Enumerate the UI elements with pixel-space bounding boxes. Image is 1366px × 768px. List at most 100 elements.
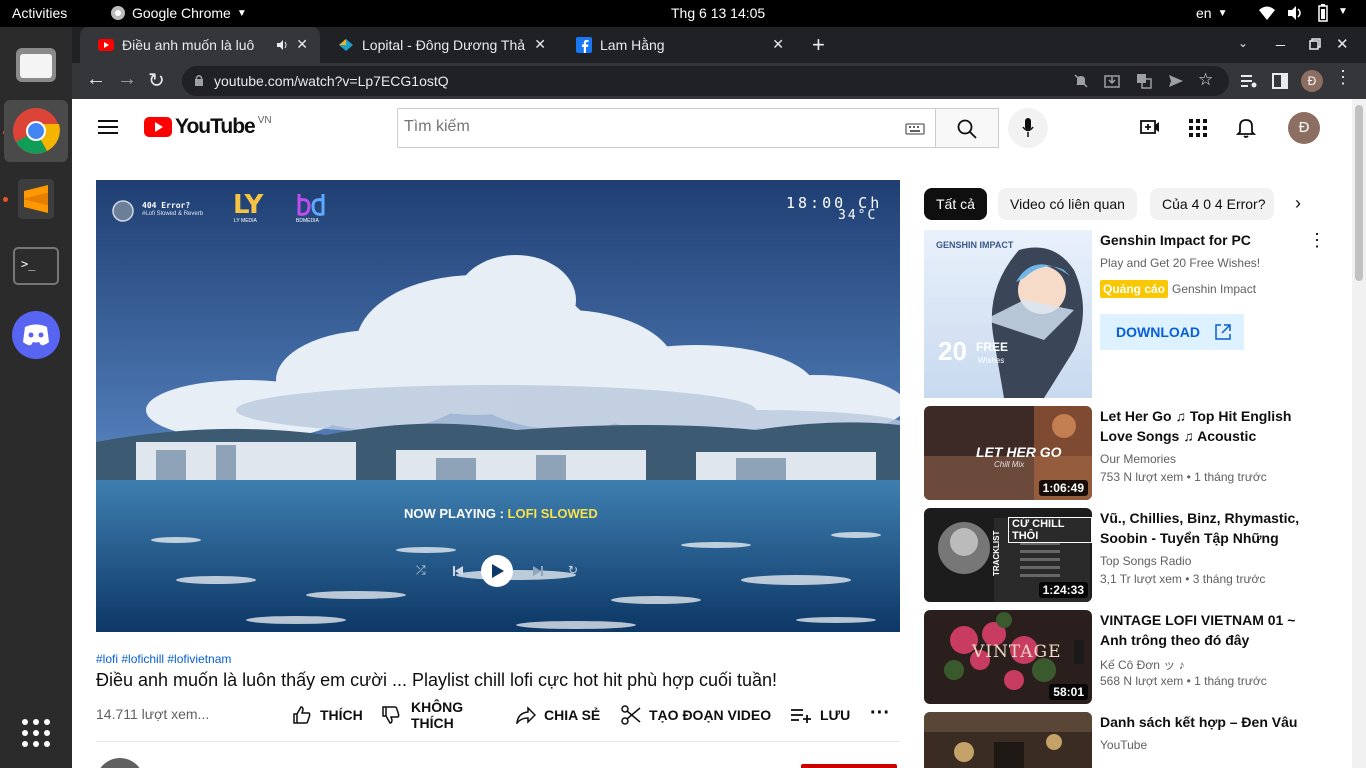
- thumbnail-subcaption: Chill Mix: [994, 460, 1025, 469]
- keyboard-icon[interactable]: [905, 123, 925, 135]
- side-panel-icon[interactable]: [1272, 73, 1288, 89]
- recommendation-thumbnail[interactable]: VINTAGE 58:01: [924, 610, 1092, 704]
- subscribe-button[interactable]: [801, 764, 897, 768]
- chrome-menu-icon[interactable]: ⋮: [1334, 67, 1352, 88]
- recommendation-card[interactable]: CỨ CHILL THÔI TRACKLIST 1:24:33 Vũ., Chi…: [924, 508, 1334, 602]
- recommendation-channel[interactable]: YouTube: [1100, 738, 1147, 752]
- microphone-icon: [1022, 118, 1034, 137]
- recommendation-card[interactable]: VINTAGE 58:01 VINTAGE LOFI VIETNAM 01 ~ …: [924, 610, 1334, 704]
- youtube-logo[interactable]: YouTube VN: [144, 115, 272, 139]
- language-indicator[interactable]: en ▼: [1196, 5, 1227, 21]
- notifications-bell-icon[interactable]: [1236, 117, 1256, 139]
- create-video-icon[interactable]: [1140, 119, 1160, 135]
- clock[interactable]: Thg 6 13 14:05: [671, 5, 765, 21]
- overlay-play-button: [481, 555, 513, 587]
- share-button[interactable]: CHIA SẺ: [516, 704, 600, 726]
- like-button[interactable]: THÍCH: [292, 704, 363, 726]
- reload-button[interactable]: ↻: [148, 68, 165, 93]
- caret-down-icon: ▼: [236, 7, 247, 19]
- recommendation-thumbnail[interactable]: [924, 712, 1092, 768]
- profile-avatar[interactable]: Đ: [1301, 70, 1323, 92]
- more-actions-icon[interactable]: ···: [870, 702, 890, 725]
- thumbs-up-icon: [293, 706, 311, 724]
- view-count[interactable]: 14.711 lượt xem...: [96, 706, 209, 722]
- system-menu-caret-icon[interactable]: ▼: [1338, 6, 1348, 17]
- recommendation-title[interactable]: Let Her Go ♫ Top Hit English Love Songs …: [1100, 406, 1300, 446]
- account-avatar[interactable]: Đ: [1288, 112, 1320, 144]
- previous-track-icon: [453, 566, 463, 576]
- tab-search-chevron-icon[interactable]: ⌄: [1238, 36, 1248, 50]
- ad-more-icon[interactable]: ⋮: [1308, 230, 1326, 251]
- scrollbar-thumb[interactable]: [1355, 105, 1363, 281]
- media-control-icon[interactable]: [1240, 73, 1258, 89]
- maximize-button[interactable]: [1309, 38, 1321, 50]
- new-tab-button[interactable]: +: [812, 32, 825, 58]
- recommendation-card[interactable]: LET HER GO Chill Mix 1:06:49 Let Her Go …: [924, 406, 1334, 500]
- video-hashtags[interactable]: #lofi #lofichill #lofivietnam: [96, 652, 231, 666]
- language-label: en: [1196, 5, 1212, 21]
- recommendation-title[interactable]: VINTAGE LOFI VIETNAM 01 ~ Anh trông theo…: [1100, 610, 1300, 650]
- guide-menu-icon[interactable]: [98, 119, 118, 135]
- notifications-blocked-icon[interactable]: [1074, 74, 1088, 88]
- minimize-button[interactable]: _: [1276, 30, 1285, 48]
- save-button[interactable]: LƯU: [790, 704, 850, 726]
- dock-discord[interactable]: [4, 304, 68, 366]
- recommendation-thumbnail[interactable]: LET HER GO Chill Mix 1:06:49: [924, 406, 1092, 500]
- window-close-button[interactable]: ✕: [1336, 35, 1349, 53]
- tab-close-icon[interactable]: ✕: [534, 36, 546, 53]
- recommendation-card[interactable]: Danh sách kết hợp – Đen Vâu YouTube: [924, 712, 1334, 768]
- apps-grid-icon[interactable]: [1189, 119, 1207, 137]
- recommendation-title[interactable]: Danh sách kết hợp – Đen Vâu: [1100, 712, 1300, 732]
- channel-avatar[interactable]: [96, 758, 144, 768]
- tab-close-icon[interactable]: ✕: [772, 36, 784, 53]
- recommendation-channel[interactable]: Top Songs Radio: [1100, 554, 1191, 568]
- recommendation-channel[interactable]: Our Memories: [1100, 452, 1176, 466]
- ad-thumbnail[interactable]: GENSHIN IMPACT 20 FREE Wishes: [924, 230, 1092, 398]
- translate-icon[interactable]: [1136, 73, 1152, 89]
- chrome-icon: [13, 108, 60, 154]
- recommendation-channel[interactable]: Kế Cô Đơn ッ ♪: [1100, 656, 1185, 673]
- search-box[interactable]: [397, 108, 936, 148]
- page-scrollbar[interactable]: [1352, 99, 1366, 768]
- battery-icon[interactable]: [1318, 4, 1328, 22]
- chip-channel[interactable]: Của 4 0 4 Error?: [1150, 188, 1274, 220]
- search-input[interactable]: [404, 118, 884, 136]
- tab-facebook[interactable]: Lam Hằng ✕: [558, 27, 796, 63]
- tab-close-icon[interactable]: ✕: [296, 36, 308, 53]
- dislike-button[interactable]: KHÔNG THÍCH: [381, 698, 467, 732]
- dock-chrome[interactable]: [4, 100, 68, 162]
- forward-button[interactable]: →: [117, 68, 137, 91]
- install-app-icon[interactable]: [1104, 73, 1120, 89]
- ad-badge: Quảng cáo: [1100, 280, 1169, 298]
- chips-next-chevron-icon[interactable]: ›: [1295, 193, 1301, 214]
- lock-icon[interactable]: [194, 74, 204, 87]
- youtube-page: YouTube VN Đ: [72, 99, 1366, 768]
- voice-search-button[interactable]: [1008, 108, 1048, 148]
- audio-playing-icon[interactable]: [276, 39, 288, 51]
- send-to-device-icon[interactable]: [1168, 74, 1184, 88]
- ad-title[interactable]: Genshin Impact for PC: [1100, 232, 1251, 248]
- search-button[interactable]: [935, 108, 999, 148]
- dock-sublime[interactable]: [4, 168, 68, 230]
- back-button[interactable]: ←: [86, 68, 106, 91]
- address-bar[interactable]: youtube.com/watch?v=Lp7ECG1ostQ ☆: [182, 66, 1229, 96]
- show-applications-button[interactable]: [4, 702, 68, 764]
- dock-files[interactable]: [4, 33, 68, 95]
- ad-advertiser: Genshin Impact: [1172, 282, 1257, 296]
- clip-button[interactable]: TẠO ĐOẠN VIDEO: [621, 704, 771, 726]
- recommendation-meta: 568 N lượt xem • 1 tháng trước: [1100, 674, 1267, 688]
- recommendation-thumbnail[interactable]: CỨ CHILL THÔI TRACKLIST 1:24:33: [924, 508, 1092, 602]
- tab-youtube[interactable]: Điều anh muốn là luô ✕: [80, 27, 320, 63]
- activities-button[interactable]: Activities: [12, 5, 67, 21]
- video-player[interactable]: 404 Error? #Lofi Slowed & Reverb LY LY M…: [96, 180, 900, 632]
- ad-download-button[interactable]: DOWNLOAD: [1100, 314, 1244, 350]
- bookmark-star-icon[interactable]: ☆: [1198, 70, 1213, 90]
- tab-lopital[interactable]: Lopital - Đông Dương Thả ✕: [320, 27, 558, 63]
- dock-terminal[interactable]: >_: [4, 235, 68, 297]
- wifi-icon[interactable]: [1258, 5, 1276, 21]
- recommendation-title[interactable]: Vũ., Chillies, Binz, Rhymastic, Soobin -…: [1100, 508, 1300, 548]
- app-menu[interactable]: Google Chrome ▼: [110, 5, 247, 21]
- chip-all[interactable]: Tất cả: [924, 188, 987, 220]
- volume-icon[interactable]: [1286, 5, 1304, 21]
- chip-related[interactable]: Video có liên quan: [998, 188, 1137, 220]
